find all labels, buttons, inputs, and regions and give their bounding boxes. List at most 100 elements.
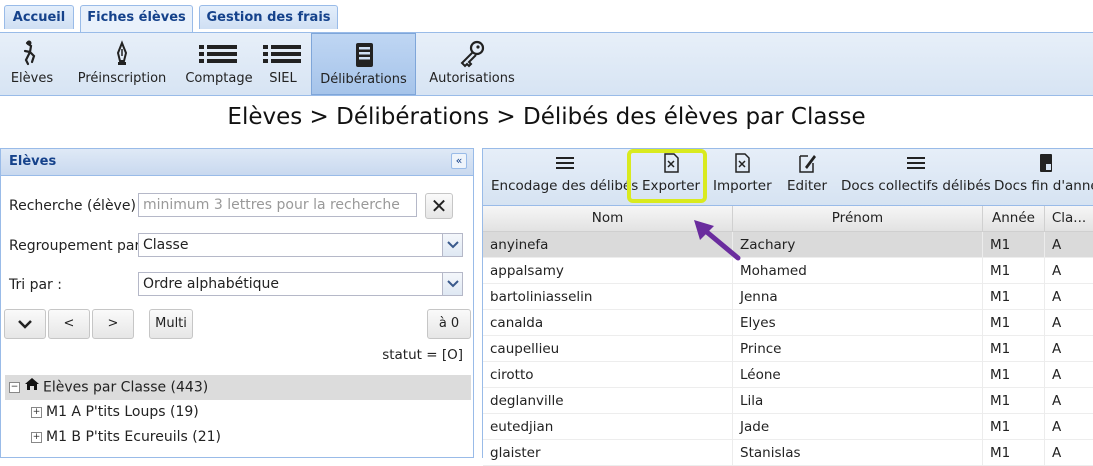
main-toolbar: Elèves Préinscription Comptage SIEL Déli… — [0, 32, 1093, 96]
tree-item[interactable]: + M1 A P'tits Loups (19) — [5, 400, 471, 425]
collapse-node-icon[interactable]: − — [9, 382, 20, 393]
cell-annee: M1 — [983, 258, 1045, 284]
table-row[interactable]: cirotto Léone M1 A — [483, 362, 1093, 388]
preinscription-label: Préinscription — [77, 71, 167, 86]
students-grid-panel: Encodage des délibés Exporter Importer E… — [482, 148, 1093, 466]
cell-annee: M1 — [983, 310, 1045, 336]
autorisations-label: Autorisations — [429, 71, 515, 86]
expand-all-button[interactable] — [4, 309, 46, 339]
eleves-panel: Elèves « Recherche (élève) : minimum 3 l… — [0, 148, 474, 458]
pen-nib-icon — [76, 37, 168, 71]
deliberations-button[interactable]: Délibérations — [311, 33, 416, 95]
cell-classe: A — [1045, 232, 1093, 258]
table-row[interactable]: appalsamy Mohamed M1 A — [483, 258, 1093, 284]
class-tree: − Elèves par Classe (443) + M1 A P'tits Lo… — [5, 375, 471, 450]
docs-collectifs-label: Docs collectifs délibés — [841, 178, 991, 194]
cell-annee: M1 — [983, 336, 1045, 362]
chevron-down-icon — [447, 280, 459, 288]
comptage-button[interactable]: Comptage — [184, 33, 254, 95]
expand-node-icon[interactable]: + — [31, 431, 42, 443]
importer-label: Importer — [713, 178, 772, 194]
table-row[interactable]: bartoliniasselin Jenna M1 A — [483, 284, 1093, 310]
search-input[interactable]: minimum 3 lettres pour la recherche — [138, 193, 417, 217]
column-header-classe[interactable]: Cla... — [1045, 206, 1093, 231]
comptage-label: Comptage — [185, 71, 253, 86]
cell-classe: A — [1045, 362, 1093, 388]
sort-select[interactable]: Ordre alphabétique — [138, 272, 463, 296]
collapse-panel-button[interactable]: « — [451, 153, 467, 169]
docs-fin-annee-button[interactable]: Docs fin d'anné — [994, 149, 1093, 205]
column-header-prenom[interactable]: Prénom — [733, 206, 983, 231]
menu-icon — [841, 152, 991, 178]
tree-item[interactable]: + M1 B P'tits Ecureuils (21) — [5, 425, 471, 450]
importer-button[interactable]: Importer — [713, 149, 772, 205]
cell-prenom: Zachary — [733, 232, 983, 258]
grid-body: anyinefa Zachary M1 Aappalsamy Mohamed M1 Abar… — [483, 232, 1093, 466]
tab-gestion-des-frais[interactable]: Gestion des frais — [199, 5, 338, 29]
table-row[interactable]: anyinefa Zachary M1 A — [483, 232, 1093, 258]
previous-button[interactable]: < — [48, 309, 90, 339]
cell-nom: cirotto — [483, 362, 733, 388]
next-button[interactable]: > — [92, 309, 134, 339]
cell-prenom: Elyes — [733, 310, 983, 336]
encodage-label: Encodage des délibés — [491, 178, 639, 194]
menu-icon — [491, 152, 638, 178]
table-row[interactable]: glaister Stanislas M1 A — [483, 440, 1093, 466]
cell-nom: bartoliniasselin — [483, 284, 733, 310]
cell-annee: M1 — [983, 414, 1045, 440]
preinscription-button[interactable]: Préinscription — [76, 33, 168, 95]
tab-accueil[interactable]: Accueil — [4, 5, 74, 29]
cell-annee: M1 — [983, 388, 1045, 414]
cell-classe: A — [1045, 284, 1093, 310]
eleves-label: Elèves — [10, 71, 54, 86]
tree-root[interactable]: − Elèves par Classe (443) — [5, 375, 471, 400]
page-title: Elèves > Délibérations > Délibés des élè… — [227, 104, 866, 130]
import-file-icon — [713, 152, 772, 178]
status-text: statut = [O] — [382, 347, 463, 363]
grid-header: Nom Prénom Année Cla... — [483, 206, 1093, 232]
sort-dropdown-trigger[interactable] — [442, 273, 462, 295]
cell-classe: A — [1045, 388, 1093, 414]
cell-prenom: Lila — [733, 388, 983, 414]
cell-nom: caupellieu — [483, 336, 733, 362]
cell-nom: eutedjian — [483, 414, 733, 440]
tree-root-label: Elèves par Classe (443) — [43, 379, 209, 396]
deliberations-label: Délibérations — [320, 72, 407, 87]
chevron-down-icon — [447, 241, 459, 249]
search-label: Recherche (élève) : — [9, 198, 146, 214]
column-header-annee[interactable]: Année — [983, 206, 1045, 231]
group-select[interactable]: Classe — [138, 233, 463, 257]
cell-prenom: Prince — [733, 336, 983, 362]
chevron-down-icon — [18, 320, 32, 329]
siel-label: SIEL — [269, 71, 297, 86]
autorisations-button[interactable]: Autorisations — [426, 33, 518, 95]
document-list-icon — [312, 38, 415, 72]
editer-button[interactable]: Editer — [787, 149, 827, 205]
eleves-button[interactable]: Elèves — [6, 33, 58, 95]
encodage-button[interactable]: Encodage des délibés — [491, 149, 638, 205]
exporter-highlight — [627, 149, 707, 203]
clear-search-button[interactable]: ✕ — [425, 193, 453, 219]
editer-label: Editer — [787, 178, 827, 194]
cell-classe: A — [1045, 414, 1093, 440]
cell-prenom: Mohamed — [733, 258, 983, 284]
group-dropdown-trigger[interactable] — [442, 234, 462, 256]
table-row[interactable]: caupellieu Prince M1 A — [483, 336, 1093, 362]
list-icon — [258, 37, 308, 71]
table-row[interactable]: eutedjian Jade M1 A — [483, 414, 1093, 440]
docs-fin-annee-label: Docs fin d'anné — [994, 178, 1093, 194]
table-row[interactable]: deglanville Lila M1 A — [483, 388, 1093, 414]
expand-node-icon[interactable]: + — [31, 406, 42, 418]
table-row[interactable]: canalda Elyes M1 A — [483, 310, 1093, 336]
docs-collectifs-button[interactable]: Docs collectifs délibés — [841, 149, 991, 205]
reset-zero-button[interactable]: à 0 — [427, 309, 471, 339]
cell-classe: A — [1045, 258, 1093, 284]
siel-button[interactable]: SIEL — [258, 33, 308, 95]
tree-item-label: M1 A P'tits Loups (19) — [46, 404, 199, 420]
eleves-panel-title: Elèves — [9, 154, 57, 169]
tab-fiches-eleves[interactable]: Fiches élèves — [80, 5, 193, 33]
cell-classe: A — [1045, 310, 1093, 336]
multi-button[interactable]: Multi — [149, 309, 193, 339]
cell-annee: M1 — [983, 232, 1045, 258]
cell-annee: M1 — [983, 362, 1045, 388]
